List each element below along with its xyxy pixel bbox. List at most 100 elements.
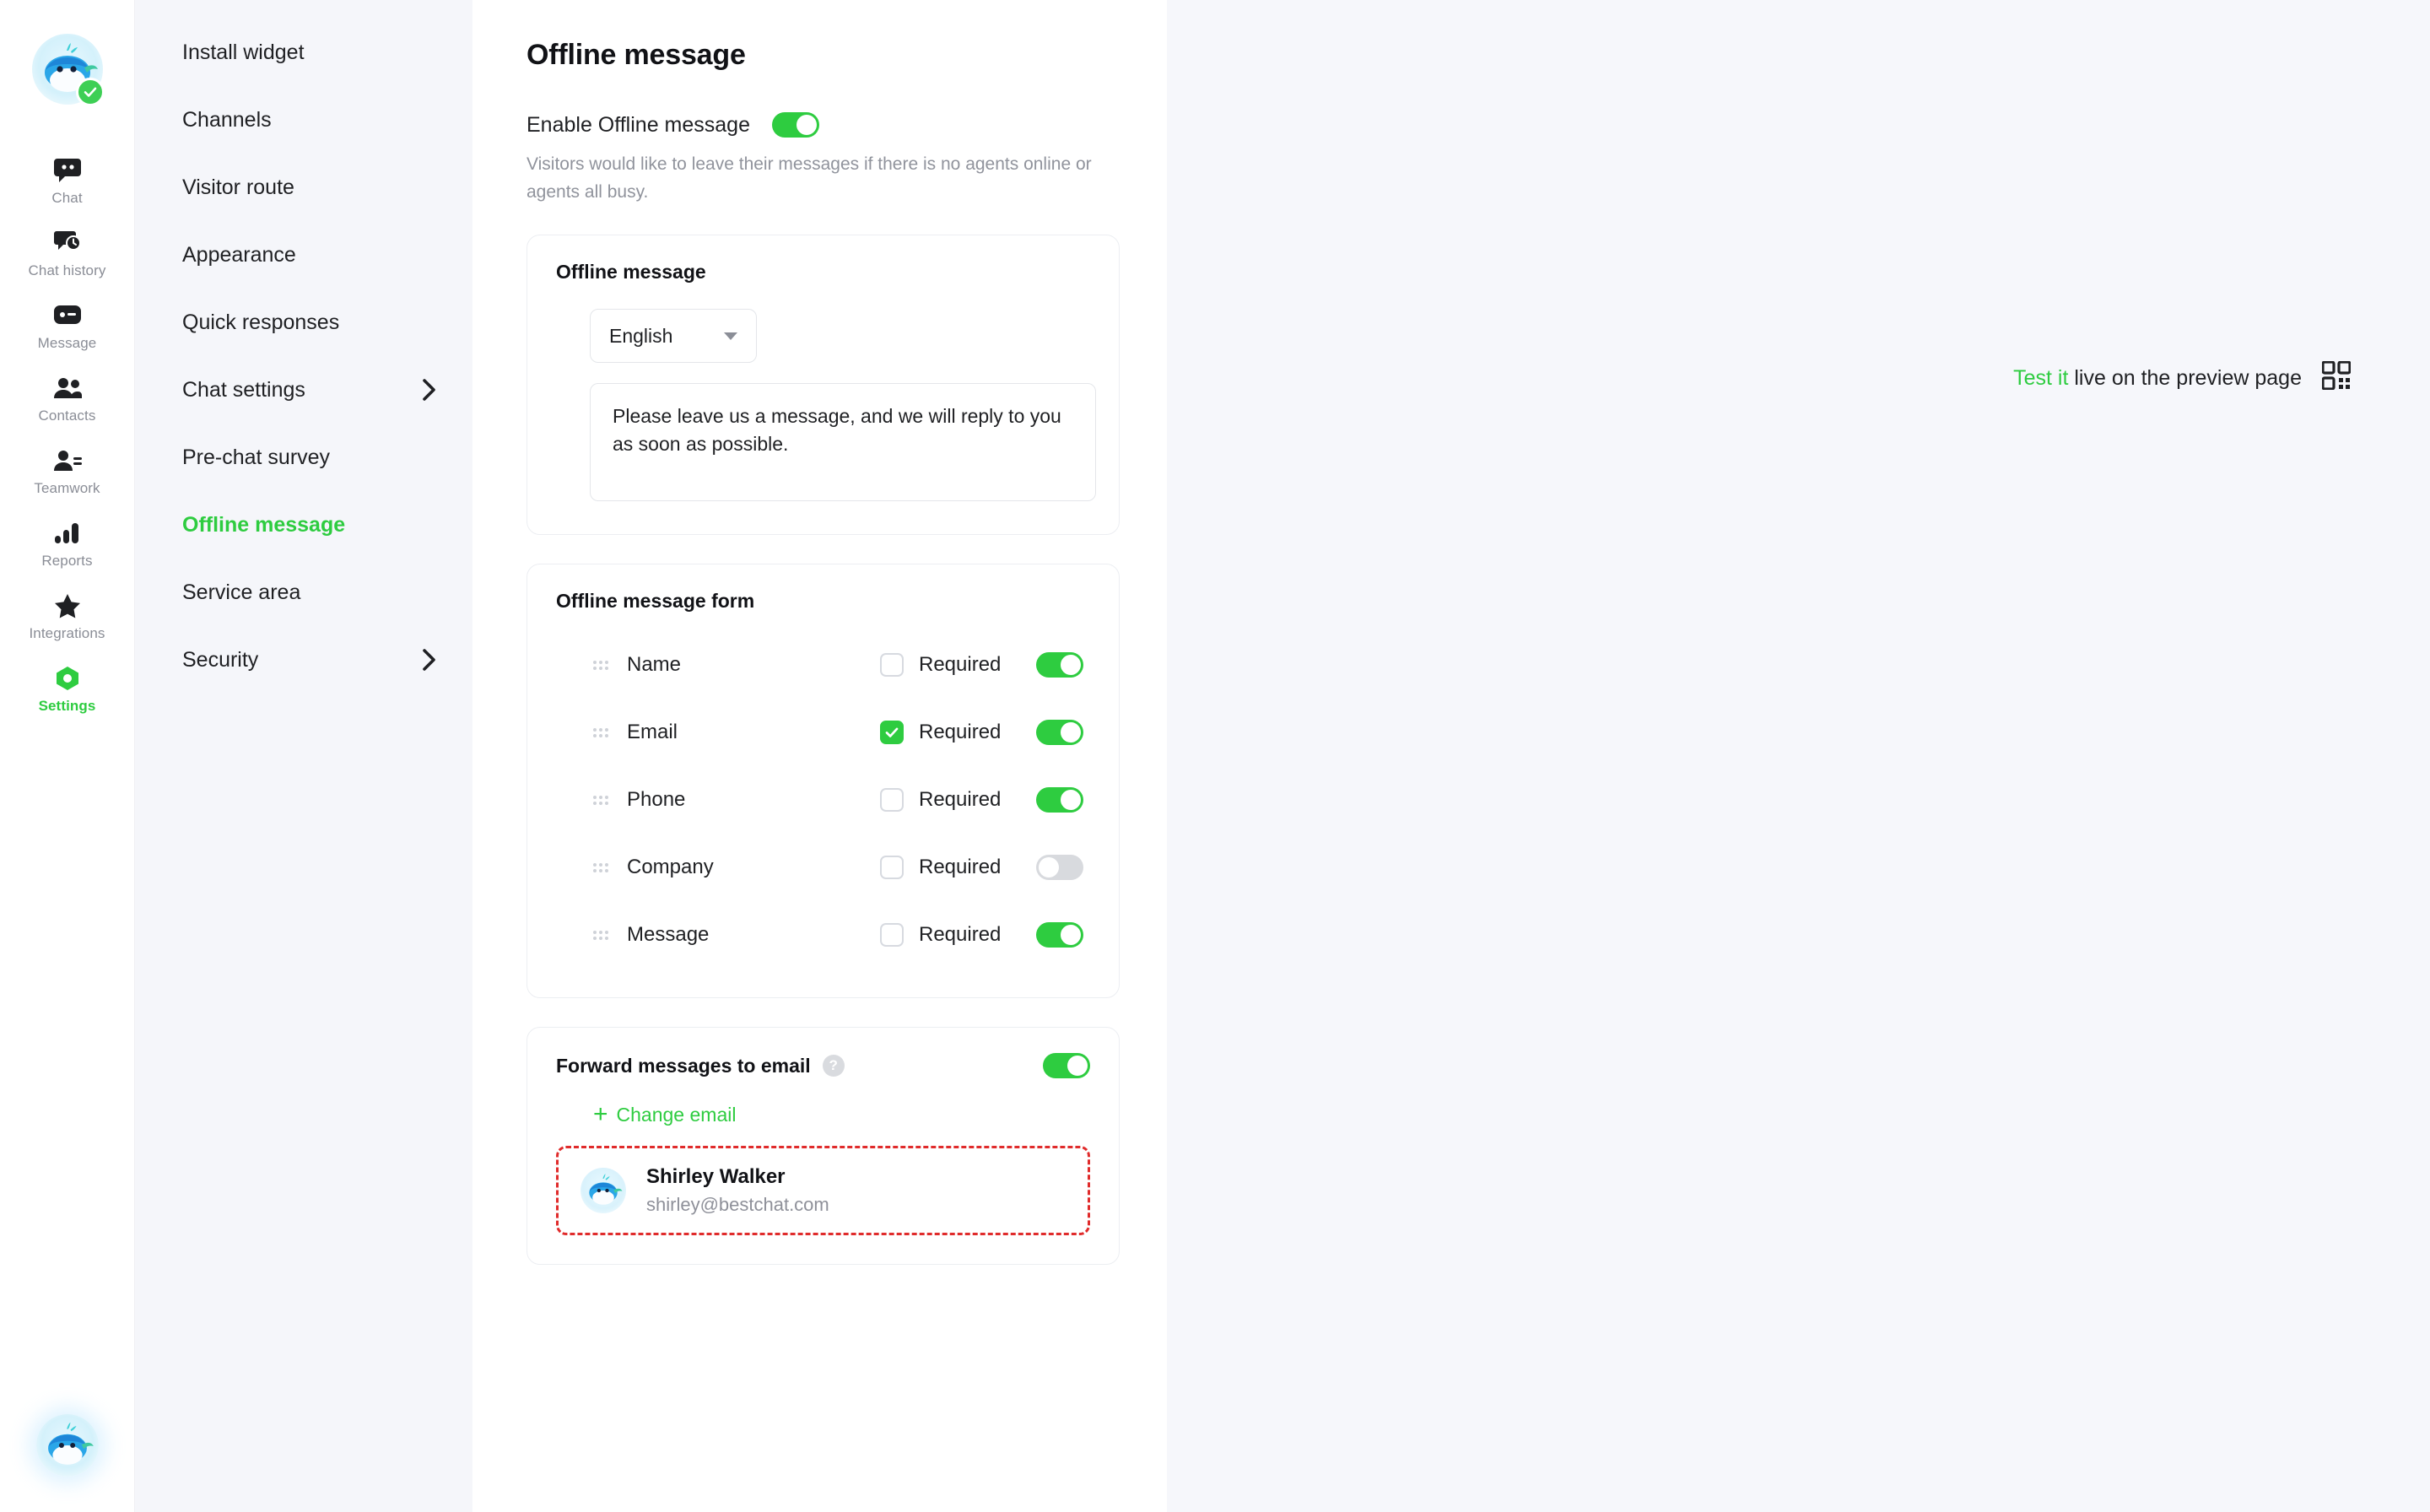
drag-handle-icon[interactable] xyxy=(593,660,608,670)
sidebar-item-offline-message[interactable]: Offline message xyxy=(135,491,472,559)
sidebar-item-chat-settings[interactable]: Chat settings xyxy=(135,356,472,424)
form-field-enable-toggle[interactable] xyxy=(1036,720,1083,746)
rail-item-label: Settings xyxy=(38,698,96,714)
user-avatar-launcher[interactable] xyxy=(35,1414,99,1477)
change-email-button[interactable]: + Change email xyxy=(593,1102,1090,1127)
test-it-link[interactable]: Test it xyxy=(2013,366,2068,390)
rail-item-reports[interactable]: Reports xyxy=(0,508,134,580)
chevron-down-icon xyxy=(724,332,737,340)
settings-hex-icon xyxy=(53,664,82,693)
enable-offline-message-row: Enable Offline message xyxy=(526,112,1120,138)
sidebar-item-label: Visitor route xyxy=(182,175,294,199)
language-select-value: English xyxy=(609,324,673,347)
chevron-right-icon xyxy=(422,378,437,402)
required-label: Required xyxy=(919,856,1002,879)
page-title: Offline message xyxy=(526,39,746,71)
offline-message-textarea[interactable] xyxy=(590,383,1096,502)
form-field-enable-toggle[interactable] xyxy=(1036,855,1083,881)
form-field-enable-toggle[interactable] xyxy=(1036,787,1083,813)
required-checkbox[interactable] xyxy=(880,721,904,745)
sidebar-item-label: Security xyxy=(182,647,259,672)
form-field-label: Company xyxy=(627,856,714,879)
sidebar-item-security[interactable]: Security xyxy=(135,626,472,694)
rail-item-teamwork[interactable]: Teamwork xyxy=(0,435,134,508)
plus-icon: + xyxy=(593,1100,608,1129)
rail-item-integrations[interactable]: Integrations xyxy=(0,580,134,653)
message-icon xyxy=(53,301,82,330)
form-field-row-email: Email Required xyxy=(556,699,1090,766)
chat-history-icon xyxy=(53,229,82,257)
required-checkbox[interactable] xyxy=(880,653,904,678)
required-label: Required xyxy=(919,923,1002,947)
form-field-row-company: Company Required xyxy=(556,834,1090,901)
rail-item-chat[interactable]: Chat xyxy=(0,145,134,218)
qr-code-icon[interactable] xyxy=(2321,360,2352,396)
form-field-enable-toggle[interactable] xyxy=(1036,652,1083,678)
sidebar-item-quick-responses[interactable]: Quick responses xyxy=(135,289,472,356)
sidebar-item-label: Channels xyxy=(182,107,272,132)
test-live-line: Test it live on the preview page xyxy=(2013,360,2352,396)
preview-pane: PC inner PC popup Mobile Test it live on… xyxy=(1167,0,2430,1512)
change-email-label: Change email xyxy=(616,1103,737,1126)
settings-panel: Offline message Enable Offline message V… xyxy=(472,0,1167,1512)
test-it-rest: live on the preview page xyxy=(2074,366,2302,390)
offline-message-form-title: Offline message form xyxy=(556,590,755,613)
rail-item-contacts[interactable]: Contacts xyxy=(0,363,134,435)
reports-icon xyxy=(53,519,82,548)
offline-message-form-card: Offline message form Name Required Email… xyxy=(526,564,1120,999)
required-checkbox[interactable] xyxy=(880,856,904,880)
language-select[interactable]: English xyxy=(590,309,757,364)
sidebar-item-pre-chat-survey[interactable]: Pre-chat survey xyxy=(135,424,472,491)
form-field-row-name: Name Required xyxy=(556,631,1090,699)
question-mark-icon[interactable]: ? xyxy=(822,1055,845,1077)
rail-item-label: Message xyxy=(37,335,97,351)
rail-item-label: Integrations xyxy=(29,625,105,641)
required-checkbox[interactable] xyxy=(880,923,904,948)
form-field-label: Phone xyxy=(627,788,686,812)
required-label: Required xyxy=(919,788,1002,812)
drag-handle-icon[interactable] xyxy=(593,930,608,940)
drag-handle-icon[interactable] xyxy=(593,727,608,737)
sidebar-item-channels[interactable]: Channels xyxy=(135,86,472,154)
sidebar-item-label: Offline message xyxy=(182,512,346,537)
contact-email: shirley@bestchat.com xyxy=(646,1194,829,1216)
form-field-enable-toggle[interactable] xyxy=(1036,922,1083,948)
sidebar-item-label: Service area xyxy=(182,580,301,604)
sidebar-item-appearance[interactable]: Appearance xyxy=(135,221,472,289)
form-field-row-phone: Phone Required xyxy=(556,766,1090,834)
offline-message-card-title: Offline message xyxy=(556,261,706,284)
forward-email-contact[interactable]: Shirley Walker shirley@bestchat.com xyxy=(556,1146,1090,1236)
integrations-star-icon xyxy=(53,591,82,620)
required-checkbox[interactable] xyxy=(880,788,904,813)
forward-messages-card: Forward messages to email ? + Change ema… xyxy=(526,1027,1120,1266)
rail-item-message[interactable]: Message xyxy=(0,290,134,363)
drag-handle-icon[interactable] xyxy=(593,795,608,805)
rail-item-label: Teamwork xyxy=(34,480,100,496)
settings-subnav: Install widget Channels Visitor route Ap… xyxy=(135,0,472,1512)
contact-name: Shirley Walker xyxy=(646,1165,786,1189)
online-status-badge xyxy=(75,78,105,106)
rail-item-chat-history[interactable]: Chat history xyxy=(0,218,134,290)
app-logo[interactable] xyxy=(31,34,105,106)
chevron-right-icon xyxy=(422,648,437,672)
rail-nav: Chat Chat history Message Contacts Teamw… xyxy=(0,145,134,726)
sidebar-item-install-widget[interactable]: Install widget xyxy=(135,19,472,86)
whale-avatar-icon xyxy=(580,1168,626,1214)
enable-offline-message-toggle[interactable] xyxy=(771,112,819,138)
rail-item-settings[interactable]: Settings xyxy=(0,653,134,726)
sidebar-item-visitor-route[interactable]: Visitor route xyxy=(135,154,472,221)
sidebar-item-service-area[interactable]: Service area xyxy=(135,559,472,626)
required-label: Required xyxy=(919,721,1002,744)
required-label: Required xyxy=(919,653,1002,677)
form-field-row-message: Message Required xyxy=(556,901,1090,969)
contacts-icon xyxy=(53,374,82,402)
sidebar-item-label: Install widget xyxy=(182,40,305,64)
forward-messages-header: Forward messages to email ? xyxy=(556,1053,1090,1079)
rail-item-label: Chat xyxy=(51,190,83,206)
app-root: Chat Chat history Message Contacts Teamw… xyxy=(0,0,2430,1512)
sidebar-item-label: Pre-chat survey xyxy=(182,445,331,469)
drag-handle-icon[interactable] xyxy=(593,862,608,872)
forward-messages-toggle[interactable] xyxy=(1043,1053,1090,1079)
enable-offline-message-label: Enable Offline message xyxy=(526,112,750,137)
offline-message-card: Offline message English xyxy=(526,235,1120,536)
